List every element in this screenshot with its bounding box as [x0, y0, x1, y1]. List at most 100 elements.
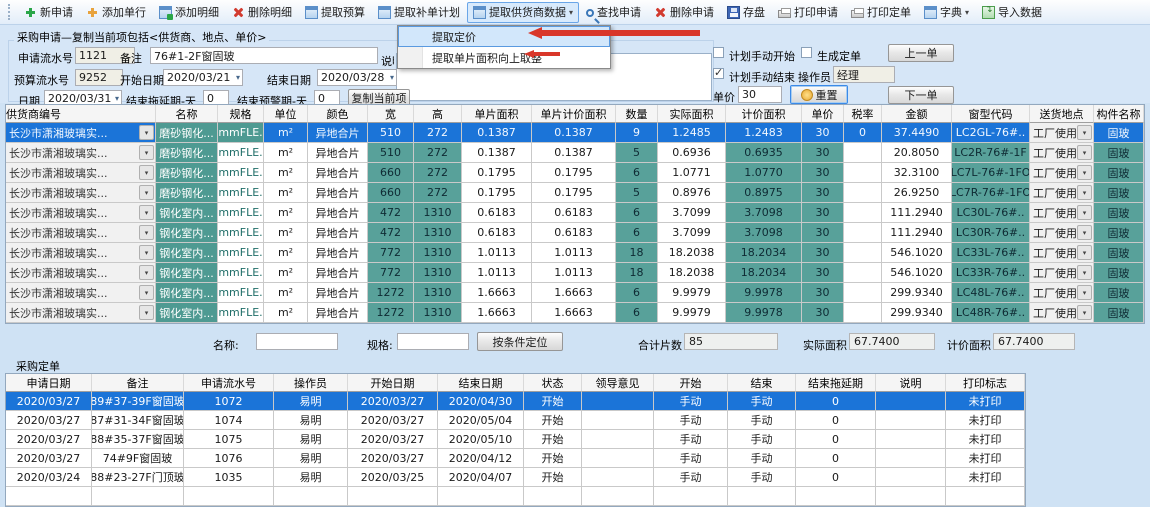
- toolbar-button-dictionary[interactable]: 字典▾: [918, 2, 975, 23]
- column-header-qty[interactable]: 数量: [616, 105, 658, 123]
- column-header-start_date[interactable]: 开始日期: [348, 374, 438, 392]
- toolbar-button-save[interactable]: 存盘: [721, 2, 771, 23]
- cell-supplier[interactable]: 长沙市潇湘玻璃实...▾: [6, 123, 156, 143]
- column-header-actual_area[interactable]: 实际面积: [658, 105, 726, 123]
- cell-supplier[interactable]: 长沙市潇湘玻璃实...▾: [6, 263, 156, 283]
- column-header-end_date[interactable]: 结束日期: [438, 374, 524, 392]
- cell-delivery[interactable]: 工厂使用▾: [1030, 183, 1094, 203]
- chevron-down-icon[interactable]: ▾: [1077, 145, 1092, 160]
- cell-delivery[interactable]: 工厂使用▾: [1030, 163, 1094, 183]
- chevron-down-icon[interactable]: ▾: [1077, 245, 1092, 260]
- toolbar-button-find-request[interactable]: 查找申请: [580, 2, 647, 23]
- table-row[interactable]: 长沙市潇湘玻璃实...▾磨砂钢化...6mmFLE...m²异地合片660272…: [6, 183, 1144, 203]
- toolbar-button-extract-budget[interactable]: 提取预算: [299, 2, 371, 23]
- toolbar-button-delete-detail[interactable]: 删除明细: [226, 2, 298, 23]
- table-row[interactable]: 长沙市潇湘玻璃实...▾钢化室内...6mmFLE...m²异地合片772131…: [6, 263, 1144, 283]
- column-header-end[interactable]: 结束: [728, 374, 796, 392]
- table-row[interactable]: 长沙市潇湘玻璃实...▾钢化室内...6mmFLE...m²异地合片127213…: [6, 303, 1144, 323]
- locate-by-condition-button[interactable]: 按条件定位: [477, 332, 563, 351]
- cell-supplier[interactable]: 长沙市潇湘玻璃实...▾: [6, 203, 156, 223]
- chevron-down-icon[interactable]: ▾: [139, 265, 154, 280]
- filter-name-input[interactable]: [256, 333, 338, 350]
- start-date-combo[interactable]: 2020/03/21▾: [163, 69, 243, 86]
- table-row[interactable]: 2020/03/2787#31-34F窗固玻1074易明2020/03/2720…: [6, 411, 1025, 430]
- column-header-print[interactable]: 打印标志: [946, 374, 1025, 392]
- chevron-down-icon[interactable]: ▾: [1077, 265, 1092, 280]
- chevron-down-icon[interactable]: ▾: [1077, 125, 1092, 140]
- table-row[interactable]: 长沙市潇湘玻璃实...▾钢化室内...6mmFLE...m²异地合片772131…: [6, 243, 1144, 263]
- chevron-down-icon[interactable]: ▾: [139, 125, 154, 140]
- chevron-down-icon[interactable]: ▾: [139, 305, 154, 320]
- cell-supplier[interactable]: 长沙市潇湘玻璃实...▾: [6, 143, 156, 163]
- column-header-name[interactable]: 名称: [156, 105, 218, 123]
- column-header-serial[interactable]: 申请流水号: [184, 374, 274, 392]
- column-header-piece_area[interactable]: 单片面积: [462, 105, 532, 123]
- cell-supplier[interactable]: 长沙市潇湘玻璃实...▾: [6, 163, 156, 183]
- column-header-start[interactable]: 开始: [654, 374, 728, 392]
- table-row[interactable]: 2020/03/2789#37-39F窗固玻1072易明2020/03/2720…: [6, 392, 1025, 411]
- table-row[interactable]: 长沙市潇湘玻璃实...▾钢化室内...6mmFLE...m²异地合片472131…: [6, 223, 1144, 243]
- column-header-price_area[interactable]: 计价面积: [726, 105, 802, 123]
- column-header-leader[interactable]: 领导意见: [582, 374, 654, 392]
- reset-button[interactable]: 重置: [790, 85, 848, 104]
- manual-end-checkbox[interactable]: [713, 68, 724, 79]
- column-header-supplier[interactable]: 供货商编号: [6, 105, 156, 123]
- column-header-delivery[interactable]: 送货地点: [1030, 105, 1094, 123]
- note-field[interactable]: 76#1-2F窗固玻: [150, 47, 378, 64]
- column-header-component[interactable]: 构件名称: [1094, 105, 1144, 123]
- chevron-down-icon[interactable]: ▾: [1077, 285, 1092, 300]
- table-row[interactable]: 2020/03/2774#9F窗固玻1076易明2020/03/272020/0…: [6, 449, 1025, 468]
- manual-start-checkbox[interactable]: [713, 47, 724, 58]
- chevron-down-icon[interactable]: ▾: [139, 205, 154, 220]
- toolbar-grip[interactable]: [8, 4, 13, 20]
- toolbar-button-extract-supplier-data[interactable]: 提取供货商数据▾: [467, 2, 579, 23]
- toolbar-button-print-request[interactable]: 打印申请: [772, 2, 844, 23]
- cell-delivery[interactable]: 工厂使用▾: [1030, 263, 1094, 283]
- budget-serial-field[interactable]: 9252: [75, 69, 123, 86]
- column-header-unit[interactable]: 单位: [264, 105, 308, 123]
- generate-order-checkbox[interactable]: [801, 47, 812, 58]
- table-row[interactable]: 2020/03/2488#23-27F门顶玻1035易明2020/03/2520…: [6, 468, 1025, 487]
- column-header-color[interactable]: 颜色: [308, 105, 368, 123]
- cell-delivery[interactable]: 工厂使用▾: [1030, 283, 1094, 303]
- column-header-delay[interactable]: 结束拖延期: [796, 374, 876, 392]
- unit-price-field[interactable]: 30: [738, 86, 782, 103]
- toolbar-button-add-detail[interactable]: 添加明细: [153, 2, 225, 23]
- column-header-req_date[interactable]: 申请日期: [6, 374, 92, 392]
- chevron-down-icon[interactable]: ▾: [115, 94, 119, 103]
- menu-item[interactable]: 提取单片面积向上取整: [398, 47, 610, 68]
- table-row[interactable]: 2020/03/2788#35-37F窗固玻1075易明2020/03/2720…: [6, 430, 1025, 449]
- column-header-height[interactable]: 高: [414, 105, 462, 123]
- chevron-down-icon[interactable]: ▾: [569, 8, 573, 17]
- table-row[interactable]: 长沙市潇湘玻璃实...▾磨砂钢化...6mmFLE...m²异地合片660272…: [6, 163, 1144, 183]
- column-header-width[interactable]: 宽: [368, 105, 414, 123]
- filter-spec-input[interactable]: [397, 333, 469, 350]
- column-header-note[interactable]: 备注: [92, 374, 184, 392]
- table-row[interactable]: 长沙市潇湘玻璃实...▾钢化室内...6mmFLE...m²异地合片472131…: [6, 203, 1144, 223]
- cell-supplier[interactable]: 长沙市潇湘玻璃实...▾: [6, 303, 156, 323]
- column-header-status[interactable]: 状态: [524, 374, 582, 392]
- toolbar-button-print-order[interactable]: 打印定单: [845, 2, 917, 23]
- toolbar-button-delete-request[interactable]: 删除申请: [648, 2, 720, 23]
- toolbar-button-new-request[interactable]: 新申请: [18, 2, 79, 23]
- toolbar-button-import-data[interactable]: 导入数据: [976, 2, 1048, 23]
- end-date-combo[interactable]: 2020/03/28▾: [317, 69, 397, 86]
- chevron-down-icon[interactable]: ▾: [139, 225, 154, 240]
- column-header-amount[interactable]: 金额: [882, 105, 952, 123]
- chevron-down-icon[interactable]: ▾: [139, 185, 154, 200]
- table-row[interactable]: 长沙市潇湘玻璃实...▾磨砂钢化...6mmFLE...m²异地合片510272…: [6, 123, 1144, 143]
- cell-supplier[interactable]: 长沙市潇湘玻璃实...▾: [6, 183, 156, 203]
- cell-delivery[interactable]: 工厂使用▾: [1030, 223, 1094, 243]
- cell-delivery[interactable]: 工厂使用▾: [1030, 123, 1094, 143]
- column-header-window_code[interactable]: 窗型代码: [952, 105, 1030, 123]
- chevron-down-icon[interactable]: ▾: [1077, 185, 1092, 200]
- toolbar-button-extract-supplement-plan[interactable]: 提取补单计划: [372, 2, 466, 23]
- chevron-down-icon[interactable]: ▾: [1077, 225, 1092, 240]
- cell-delivery[interactable]: 工厂使用▾: [1030, 243, 1094, 263]
- table-row[interactable]: 长沙市潇湘玻璃实...▾磨砂钢化...6mmFLE...m²异地合片510272…: [6, 143, 1144, 163]
- column-header-spec[interactable]: 规格: [218, 105, 264, 123]
- cell-delivery[interactable]: 工厂使用▾: [1030, 303, 1094, 323]
- chevron-down-icon[interactable]: ▾: [139, 245, 154, 260]
- chevron-down-icon[interactable]: ▾: [965, 8, 969, 17]
- chevron-down-icon[interactable]: ▾: [236, 73, 240, 82]
